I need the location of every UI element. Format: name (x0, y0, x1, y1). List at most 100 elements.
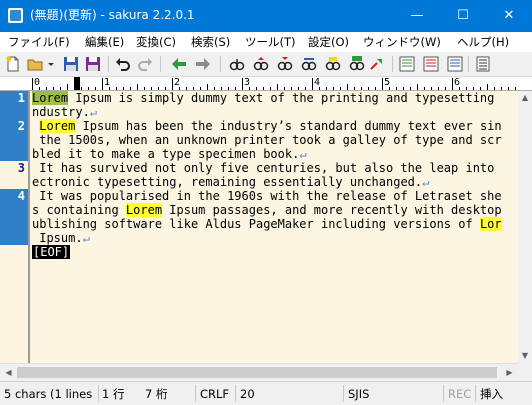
tag-jump-icon[interactable] (422, 55, 440, 73)
ruler-label: 6 (454, 77, 461, 88)
menu-window[interactable]: ウィンドウ(W) (363, 34, 441, 50)
editor-line[interactable]: Lorem Ipsum has been the industry’s stan… (32, 119, 502, 133)
char-code-status: 20 (240, 387, 255, 401)
text-segment: Ipsum passages, and more recently with d… (162, 203, 502, 217)
editor-line[interactable]: It has survived not only five centuries,… (32, 161, 502, 175)
toolbar-separator (468, 56, 469, 72)
keyword-help-icon[interactable] (446, 55, 464, 73)
line-number-2[interactable]: 2 (0, 119, 28, 133)
ruler-label: 0 (34, 77, 41, 88)
text-segment: ublishing software like Aldus PageMaker … (32, 217, 480, 231)
eof-marker: [EOF] (32, 245, 71, 259)
editor-line[interactable]: Ipsum.↵ (32, 231, 502, 245)
jump-forward-icon[interactable] (194, 55, 212, 73)
redo-icon[interactable] (136, 55, 154, 73)
editor[interactable]: 1 2 3 4 [EOF] Lorem Ipsum is simply dumm… (0, 91, 518, 363)
line-number-4-wrap[interactable] (0, 203, 28, 217)
ruler-label: 1 (104, 77, 111, 88)
line-number-4-wrap[interactable] (0, 231, 28, 245)
new-file-icon[interactable] (4, 55, 22, 73)
text-segment: bled it to make a type specimen book. (32, 147, 300, 161)
settings-icon[interactable] (474, 55, 492, 73)
line-number-4[interactable]: 4 (0, 189, 28, 203)
editor-line[interactable]: Lorem Ipsum is simply dummy text of the … (32, 91, 502, 105)
open-file-icon[interactable] (26, 55, 44, 73)
grep-icon[interactable] (348, 55, 366, 73)
vertical-scrollbar[interactable]: ▲ ▼ (518, 91, 532, 363)
search-next-icon[interactable] (276, 55, 294, 73)
maximize-button[interactable]: ☐ (440, 0, 486, 32)
newline-marker: ↵ (422, 175, 430, 189)
scroll-down-arrow[interactable]: ▼ (518, 349, 532, 363)
editor-line[interactable]: It was popularised in the 1960s with the… (32, 189, 502, 203)
editor-line[interactable]: ublishing software like Aldus PageMaker … (32, 217, 502, 231)
text-segment: s containing (32, 203, 126, 217)
line-number-1-wrap[interactable] (0, 105, 28, 119)
editor-line[interactable]: ndustry.↵ (32, 105, 502, 119)
editor-line[interactable]: ectronic typesetting, remaining essentia… (32, 175, 502, 189)
newline-marker: ↵ (89, 105, 98, 119)
open-dropdown-icon[interactable] (46, 55, 56, 73)
menu-edit[interactable]: 編集(E) (85, 34, 124, 50)
line-number-2-wrap[interactable] (0, 133, 28, 147)
ruler-label: 5 (384, 77, 391, 88)
minimize-button[interactable]: — (394, 0, 440, 32)
editor-line[interactable]: bled it to make a type specimen book.↵ (32, 147, 502, 161)
newline-marker: ↵ (299, 147, 307, 161)
text-area[interactable]: [EOF] Lorem Ipsum is simply dummy text o… (32, 91, 502, 363)
line-number-4-wrap[interactable] (0, 217, 28, 231)
line-number-gutter[interactable]: 1 2 3 4 (0, 91, 30, 363)
insert-mode-status[interactable]: 挿入 (480, 387, 503, 401)
text-segment: It has survived not only five centuries,… (32, 161, 502, 175)
menu-tools[interactable]: ツール(T) (245, 34, 296, 50)
save-icon[interactable] (62, 55, 80, 73)
app-icon[interactable] (8, 8, 23, 23)
horizontal-scroll-thumb[interactable] (17, 367, 497, 378)
text-segment: Ipsum has been the industry’s standard d… (75, 119, 502, 133)
ruler-label: 2 (174, 77, 181, 88)
newline-status[interactable]: CRLF (200, 387, 229, 401)
column-status[interactable]: 7 桁 (145, 387, 167, 401)
search-icon[interactable] (228, 55, 246, 73)
editor-line[interactable]: s containing Lorem Ipsum passages, and m… (32, 203, 502, 217)
editor-line[interactable]: the 1500s, when an unknown printer took … (32, 133, 502, 147)
replace-icon[interactable] (300, 55, 318, 73)
status-separator (475, 385, 476, 402)
window-title: (無題)(更新) - sakura 2.2.0.1 (30, 8, 195, 22)
encoding-status[interactable]: SJIS (348, 387, 369, 401)
row-status[interactable]: 1 行 (102, 387, 124, 401)
jump-back-icon[interactable] (170, 55, 188, 73)
undo-icon[interactable] (114, 55, 132, 73)
ruler: 0 1 2 3 4 5 6 (0, 77, 532, 91)
toolbar-separator (392, 56, 393, 72)
line-number-3-wrap[interactable] (0, 175, 28, 189)
search-prev-icon[interactable] (252, 55, 270, 73)
search-highlight: Lorem (479, 217, 502, 231)
menu-settings[interactable]: 設定(O) (308, 34, 349, 50)
search-mark-icon[interactable] (324, 55, 342, 73)
text-segment: Ipsum. (32, 231, 83, 245)
menu-convert[interactable]: 変換(C) (136, 34, 176, 50)
outline-icon[interactable] (398, 55, 416, 73)
menu-help[interactable]: ヘルプ(H) (457, 34, 509, 50)
save-as-icon[interactable] (84, 55, 102, 73)
horizontal-scrollbar[interactable]: ◀ ▶ (0, 363, 518, 381)
gutter-divider (28, 91, 30, 363)
menu-search[interactable]: 検索(S) (191, 34, 230, 50)
text-segment: the 1500s, when an unknown printer took … (32, 133, 502, 147)
maximize-icon: ☐ (457, 8, 469, 23)
search-highlight: Lorem (39, 119, 76, 133)
text-segment: ndustry. (32, 105, 90, 119)
scroll-up-arrow[interactable]: ▲ (518, 91, 532, 105)
line-number-2-wrap[interactable] (0, 147, 28, 161)
title-bar: (無題)(更新) - sakura 2.2.0.1 — ☐ ✕ (0, 0, 532, 32)
scroll-left-arrow[interactable]: ◀ (0, 364, 17, 381)
tag-icon[interactable] (368, 55, 386, 73)
close-button[interactable]: ✕ (486, 0, 532, 32)
menu-file[interactable]: ファイル(F) (8, 34, 70, 50)
line-number-3[interactable]: 3 (0, 161, 28, 175)
scroll-right-arrow[interactable]: ▶ (501, 364, 518, 381)
rec-status[interactable]: REC (448, 387, 471, 401)
line-number-1[interactable]: 1 (0, 91, 28, 105)
search-highlight: Lorem (32, 91, 69, 105)
